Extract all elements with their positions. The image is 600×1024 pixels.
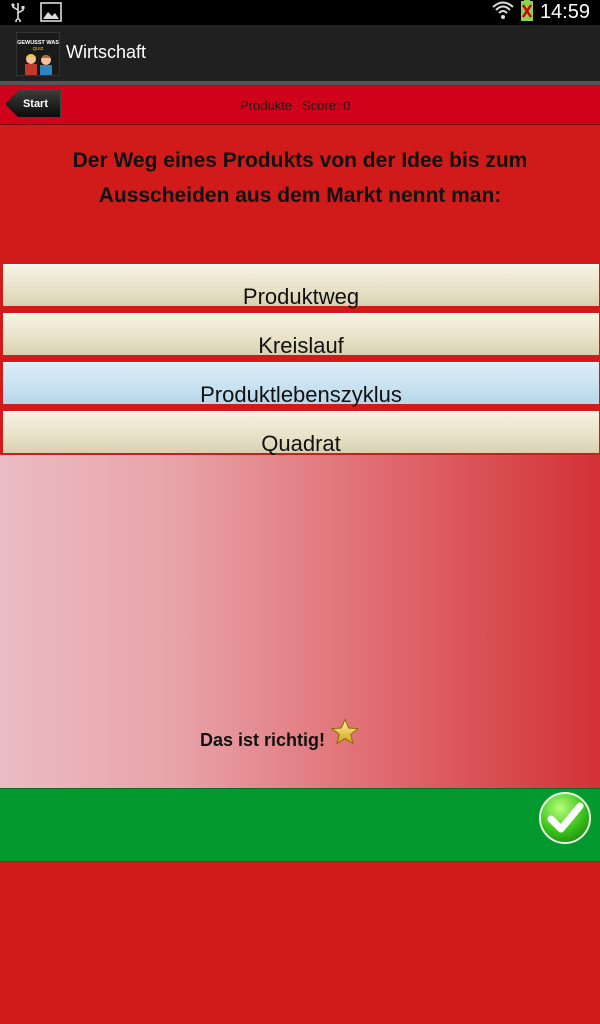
app-logo[interactable]: GEWUSST WAS QUIZ bbox=[16, 32, 60, 76]
answer-option-4[interactable]: Quadrat bbox=[3, 411, 599, 456]
checkmark-icon bbox=[539, 792, 591, 844]
status-bar: 14:59 bbox=[0, 0, 600, 25]
action-bar: GEWUSST WAS QUIZ Wirtschaft bbox=[0, 25, 600, 81]
status-time: 14:59 bbox=[539, 1, 590, 23]
quiz-toolbar: Start Produkte Score: 0 bbox=[0, 85, 600, 125]
app-title: Wirtschaft bbox=[66, 42, 147, 62]
feedback-text: Das ist richtig! bbox=[200, 730, 326, 750]
question-text: Der Weg eines Produkts von der Idee bis … bbox=[72, 149, 528, 207]
answer-option-3[interactable]: Produktlebenszyklus bbox=[3, 362, 599, 407]
wifi-icon bbox=[492, 0, 514, 25]
answer-label: Produktlebenszyklus bbox=[200, 382, 402, 407]
usb-icon bbox=[10, 2, 26, 27]
answer-label: Quadrat bbox=[261, 431, 341, 456]
next-question-button[interactable] bbox=[538, 791, 592, 845]
answer-label: Kreislauf bbox=[258, 333, 344, 358]
score-label: Score: 0 bbox=[302, 98, 351, 113]
svg-text:QUIZ: QUIZ bbox=[33, 46, 44, 51]
confirm-bar bbox=[0, 788, 600, 862]
star-icon bbox=[330, 718, 360, 751]
quiz-status: Produkte Score: 0 bbox=[240, 98, 350, 113]
category-label: Produkte bbox=[240, 98, 293, 113]
answer-label: Produktweg bbox=[242, 284, 360, 309]
feedback-message: Das ist richtig! bbox=[200, 718, 360, 763]
battery-icon bbox=[520, 0, 534, 26]
start-back-button[interactable]: Start bbox=[5, 90, 61, 118]
answer-option-2[interactable]: Kreislauf bbox=[3, 313, 599, 358]
answer-option-1[interactable]: Produktweg bbox=[3, 264, 599, 309]
image-icon bbox=[40, 2, 62, 27]
